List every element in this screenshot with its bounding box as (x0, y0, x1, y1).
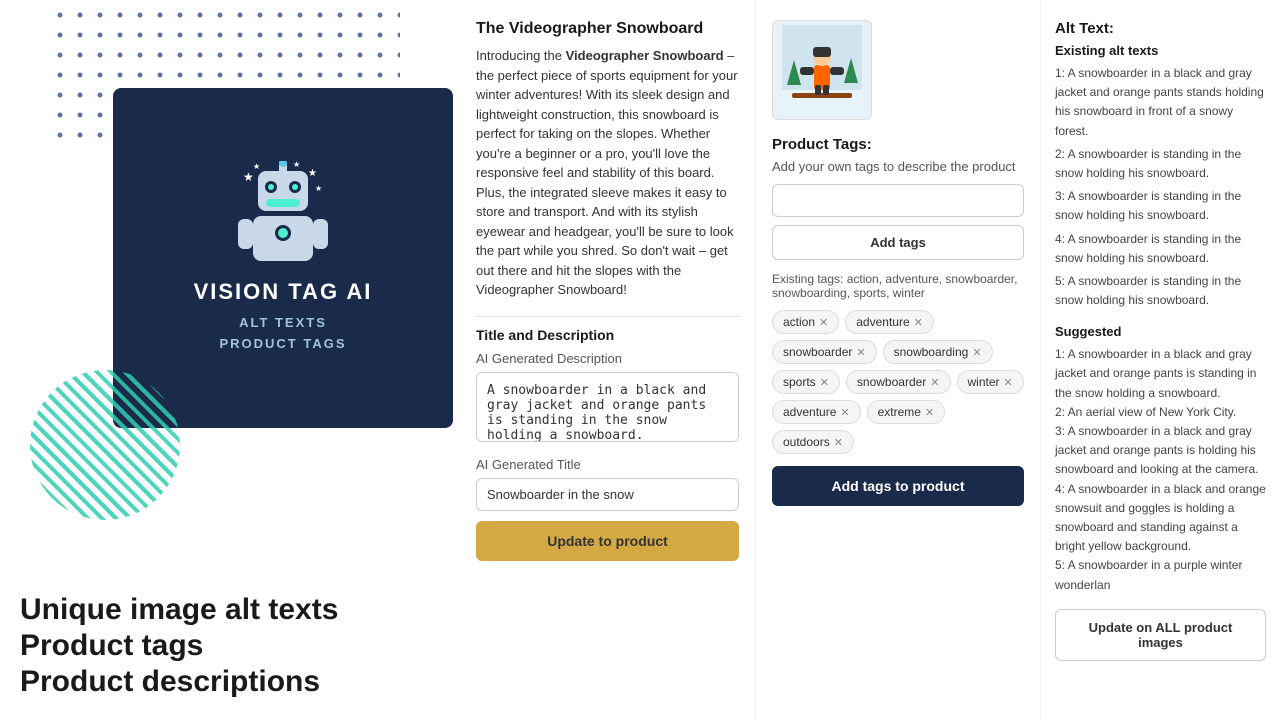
robot-icon: ★ ★ ★ ★ ★ (233, 161, 333, 271)
product-thumbnail (772, 20, 872, 120)
tag-chip-action[interactable]: action ✕ (772, 310, 839, 334)
existing-alt-1: 1: A snowboarder in a black and gray jac… (1055, 64, 1266, 141)
existing-alt-3: 3: A snowboarder is standing in the snow… (1055, 187, 1266, 225)
product-title: The Videographer Snowboard (476, 20, 739, 38)
tag-chip-extreme[interactable]: extreme ✕ (867, 400, 946, 424)
snowboarder-thumbnail-image (782, 25, 862, 115)
tag-chip-winter[interactable]: winter ✕ (957, 370, 1024, 394)
product-info-panel: The Videographer Snowboard Introducing t… (460, 0, 755, 720)
remove-tag-snowboarder-1[interactable]: ✕ (856, 346, 865, 359)
suggested-alt-2: 2: An aerial view of New York City. (1055, 403, 1266, 422)
remove-tag-snowboarding[interactable]: ✕ (972, 346, 981, 359)
existing-tags-label: Existing tags: action, adventure, snowbo… (772, 272, 1024, 300)
existing-alt-2: 2: A snowboarder is standing in the snow… (1055, 145, 1266, 183)
tag-chip-adventure[interactable]: adventure ✕ (845, 310, 934, 334)
suggested-alt-texts-list: 1: A snowboarder in a black and gray jac… (1055, 345, 1266, 594)
tagline-1: Unique image alt texts (20, 592, 460, 628)
svg-text:★: ★ (253, 162, 260, 171)
ai-title-input[interactable] (476, 478, 739, 511)
remove-tag-adventure-2[interactable]: ✕ (840, 406, 849, 419)
suggested-alt-texts-title: Suggested (1055, 324, 1266, 339)
alt-text-panel: Alt Text: Existing alt texts 1: A snowbo… (1040, 0, 1280, 720)
remove-tag-outdoors[interactable]: ✕ (834, 436, 843, 449)
ai-description-textarea[interactable] (476, 372, 739, 442)
svg-text:★: ★ (315, 184, 322, 193)
tag-input-field[interactable] (772, 184, 1024, 217)
teal-circle-decoration (30, 370, 180, 520)
tag-chip-sports[interactable]: sports ✕ (772, 370, 840, 394)
remove-tag-sports[interactable]: ✕ (820, 376, 829, 389)
ai-title-label: AI Generated Title (476, 457, 739, 472)
existing-alt-4: 4: A snowboarder is standing in the snow… (1055, 230, 1266, 268)
tag-chip-snowboarding[interactable]: snowboarding ✕ (883, 340, 993, 364)
svg-text:★: ★ (308, 168, 317, 179)
tagline-2: Product tags (20, 628, 460, 664)
left-panel: ★ ★ ★ ★ ★ VISION TAG AI ALT TEXTS PRODUC… (0, 0, 460, 720)
existing-alt-5: 5: A snowboarder is standing in the snow… (1055, 272, 1266, 310)
add-tags-button[interactable]: Add tags (772, 225, 1024, 260)
tags-section-title: Product Tags: (772, 136, 1024, 153)
tags-cloud: action ✕ adventure ✕ snowboarder ✕ snowb… (772, 310, 1024, 454)
suggested-alt-5: 5: A snowboarder in a purple winter wond… (1055, 556, 1266, 594)
title-description-section-label: Title and Description (476, 316, 739, 343)
remove-tag-snowboarder-2[interactable]: ✕ (930, 376, 939, 389)
alt-text-section-title: Alt Text: (1055, 20, 1266, 37)
suggested-alt-4: 4: A snowboarder in a black and orange s… (1055, 480, 1266, 557)
tag-chip-snowboarder-1[interactable]: snowboarder ✕ (772, 340, 877, 364)
tags-description: Add your own tags to describe the produc… (772, 159, 1024, 174)
update-all-product-images-button[interactable]: Update on ALL product images (1055, 609, 1266, 661)
svg-text:★: ★ (293, 161, 300, 169)
ai-desc-label: AI Generated Description (476, 351, 739, 366)
suggested-alt-1: 1: A snowboarder in a black and gray jac… (1055, 345, 1266, 403)
product-description: Introducing the Videographer Snowboard –… (476, 46, 739, 300)
existing-alt-texts-list: 1: A snowboarder in a black and gray jac… (1055, 64, 1266, 310)
suggested-alt-3: 3: A snowboarder in a black and gray jac… (1055, 422, 1266, 480)
logo-card: ★ ★ ★ ★ ★ VISION TAG AI ALT TEXTS PRODUC… (113, 88, 453, 428)
add-tags-to-product-button[interactable]: Add tags to product (772, 466, 1024, 506)
bottom-taglines: Unique image alt texts Product tags Prod… (20, 592, 460, 700)
tags-panel: Product Tags: Add your own tags to descr… (755, 0, 1040, 720)
logo-subtitle: ALT TEXTS PRODUCT TAGS (219, 313, 346, 355)
tagline-3: Product descriptions (20, 664, 460, 700)
tag-chip-snowboarder-2[interactable]: snowboarder ✕ (846, 370, 951, 394)
remove-tag-winter[interactable]: ✕ (1004, 376, 1013, 389)
logo-title: VISION TAG AI (194, 279, 373, 305)
remove-tag-extreme[interactable]: ✕ (925, 406, 934, 419)
remove-tag-adventure[interactable]: ✕ (914, 316, 923, 329)
update-to-product-button[interactable]: Update to product (476, 521, 739, 561)
remove-tag-action[interactable]: ✕ (819, 316, 828, 329)
existing-alt-texts-title: Existing alt texts (1055, 43, 1266, 58)
svg-text:★: ★ (243, 170, 254, 184)
tag-chip-adventure-2[interactable]: adventure ✕ (772, 400, 861, 424)
tag-chip-outdoors[interactable]: outdoors ✕ (772, 430, 854, 454)
